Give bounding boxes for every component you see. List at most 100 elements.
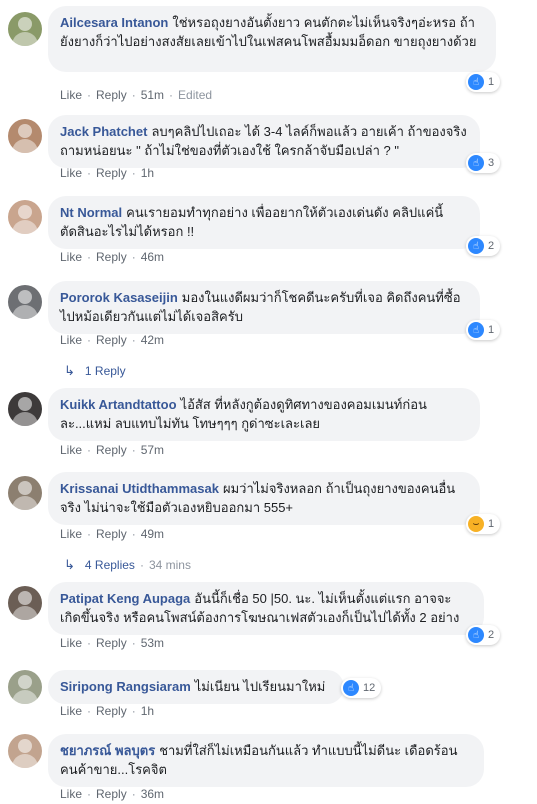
separator-dot: · <box>131 166 136 180</box>
avatar[interactable] <box>8 476 42 510</box>
comment-bubble: Pororok Kasaseijin มองในแงดีผมว่าก็โชคดีน… <box>48 281 480 334</box>
avatar[interactable] <box>8 586 42 620</box>
avatar[interactable] <box>8 285 42 319</box>
comment-timestamp[interactable]: 1h <box>141 166 154 180</box>
reply-link[interactable]: Reply <box>96 636 127 650</box>
comment-author[interactable]: Nt Normal <box>60 205 122 220</box>
separator-dot: · <box>87 166 92 180</box>
like-link[interactable]: Like <box>60 88 82 102</box>
replies-count[interactable]: 1 Reply <box>85 364 126 378</box>
separator-dot: · <box>131 636 136 650</box>
separator-dot: · <box>87 250 92 264</box>
comment-actions: Like · Reply · 49m <box>60 527 164 541</box>
separator-dot: · <box>87 333 92 347</box>
reaction-count[interactable]: ☝ 3 <box>466 153 501 173</box>
comment-author[interactable]: ชยาภรณ์ พลบุตร <box>60 743 155 758</box>
reaction-count[interactable]: ☝ 2 <box>466 625 501 645</box>
reaction-count[interactable]: ⌣ 1 <box>466 514 501 534</box>
comment-bubble: Siripong Rangsiaram ไม่เนียน ไปเรียนมาใหม… <box>48 670 344 704</box>
like-reaction-icon: ☝ <box>468 627 484 643</box>
like-link[interactable]: Like <box>60 166 82 180</box>
reply-link[interactable]: Reply <box>96 250 127 264</box>
reaction-count[interactable]: ☝ 12 <box>341 678 382 698</box>
comments-list: Ailcesara Intanon ใช่หรอถุงยางอันตั้งยาว … <box>0 0 537 804</box>
edited-label[interactable]: Edited <box>178 88 212 102</box>
comment-author[interactable]: Pororok Kasaseijin <box>60 290 178 305</box>
reaction-count[interactable]: ☝ 2 <box>466 236 501 256</box>
separator-dot: · <box>139 558 144 572</box>
comment-actions: Like · Reply · 53m <box>60 636 164 650</box>
view-replies-link[interactable]: ↳ 1 Reply <box>64 363 126 379</box>
comment-author[interactable]: Krissanai Utidthammasak <box>60 481 219 496</box>
comment-actions: Like · Reply · 1h <box>60 166 154 180</box>
comment-actions: Like · Reply · 36m <box>60 787 164 801</box>
separator-dot: · <box>87 88 92 102</box>
comment-timestamp[interactable]: 53m <box>141 636 164 650</box>
like-link[interactable]: Like <box>60 636 82 650</box>
haha-reaction-icon: ⌣ <box>468 516 484 532</box>
separator-dot: · <box>131 704 136 718</box>
reply-link[interactable]: Reply <box>96 333 127 347</box>
reaction-number: 3 <box>488 157 495 169</box>
comment-author[interactable]: Siripong Rangsiaram <box>60 679 191 694</box>
reply-link[interactable]: Reply <box>96 443 127 457</box>
like-reaction-icon: ☝ <box>468 322 484 338</box>
like-reaction-icon: ☝ <box>468 74 484 90</box>
comment-bubble: Kuikk Artandtattoo ไอ้สัส ที่หลังกูต้องดู… <box>48 388 480 441</box>
like-reaction-icon: ☝ <box>343 680 359 696</box>
comment-bubble: Jack Phatchet ลบๆคลิปไปเถอะ ได้ 3-4 ไลค์ก… <box>48 115 480 168</box>
reply-link[interactable]: Reply <box>96 787 127 801</box>
comment-author[interactable]: Patipat Keng Aupaga <box>60 591 190 606</box>
comment-actions: Like · Reply · 42m <box>60 333 164 347</box>
comment-actions: Like · Reply · 57m <box>60 443 164 457</box>
separator-dot: · <box>87 787 92 801</box>
comment-actions: Like · Reply · 51m · Edited <box>60 88 212 102</box>
comment-author[interactable]: Ailcesara Intanon <box>60 15 168 30</box>
separator-dot: · <box>87 704 92 718</box>
like-link[interactable]: Like <box>60 527 82 541</box>
reply-link[interactable]: Reply <box>96 166 127 180</box>
like-reaction-icon: ☝ <box>468 238 484 254</box>
replies-count[interactable]: 4 Replies <box>85 558 135 572</box>
replies-time: 34 mins <box>148 558 191 572</box>
like-link[interactable]: Like <box>60 250 82 264</box>
comment-bubble: ชยาภรณ์ พลบุตร ชามที่ใส่ก็ไม่เหมือนกันแล้… <box>48 734 484 787</box>
like-link[interactable]: Like <box>60 333 82 347</box>
avatar[interactable] <box>8 200 42 234</box>
reply-link[interactable]: Reply <box>96 88 127 102</box>
reply-link[interactable]: Reply <box>96 527 127 541</box>
separator-dot: · <box>131 88 136 102</box>
avatar[interactable] <box>8 734 42 768</box>
comment-actions: Like · Reply · 46m <box>60 250 164 264</box>
comment-timestamp[interactable]: 49m <box>141 527 164 541</box>
avatar[interactable] <box>8 119 42 153</box>
comment-actions: Like · Reply · 1h <box>60 704 154 718</box>
avatar[interactable] <box>8 12 42 46</box>
comment-timestamp[interactable]: 1h <box>141 704 154 718</box>
avatar[interactable] <box>8 392 42 426</box>
like-link[interactable]: Like <box>60 704 82 718</box>
separator-dot: · <box>131 333 136 347</box>
reaction-count[interactable]: ☝ 1 <box>466 72 501 92</box>
comment-timestamp[interactable]: 36m <box>141 787 164 801</box>
comment-bubble: Krissanai Utidthammasak ผมว่าไม่จริงหลอก … <box>48 472 480 525</box>
separator-dot: · <box>131 787 136 801</box>
separator-dot: · <box>87 443 92 457</box>
like-link[interactable]: Like <box>60 443 82 457</box>
avatar[interactable] <box>8 670 42 704</box>
reaction-count[interactable]: ☝ 1 <box>466 320 501 340</box>
comment-author[interactable]: Jack Phatchet <box>60 124 147 139</box>
reaction-number: 12 <box>363 682 376 694</box>
comment-timestamp[interactable]: 46m <box>141 250 164 264</box>
comment-timestamp[interactable]: 51m <box>141 88 164 102</box>
reply-arrow-icon: ↳ <box>64 557 75 572</box>
like-link[interactable]: Like <box>60 787 82 801</box>
separator-dot: · <box>87 636 92 650</box>
separator-dot: · <box>87 527 92 541</box>
reply-link[interactable]: Reply <box>96 704 127 718</box>
separator-dot: · <box>169 88 174 102</box>
comment-timestamp[interactable]: 57m <box>141 443 164 457</box>
comment-timestamp[interactable]: 42m <box>141 333 164 347</box>
view-replies-link[interactable]: ↳ 4 Replies · 34 mins <box>64 557 191 573</box>
comment-author[interactable]: Kuikk Artandtattoo <box>60 397 177 412</box>
